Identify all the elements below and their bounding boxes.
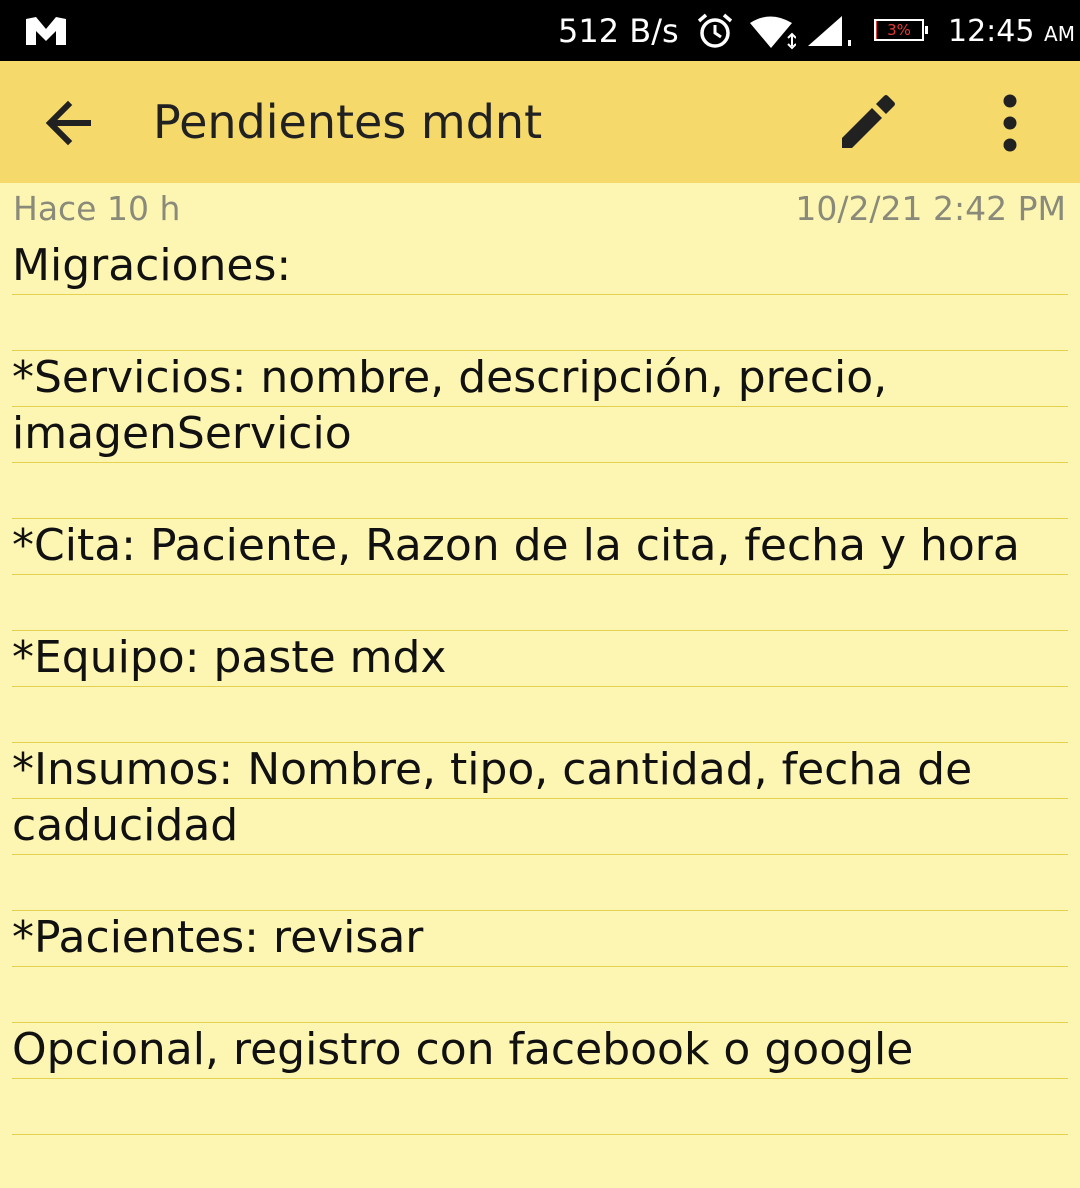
ruled-divider — [12, 574, 1068, 575]
note-line: *Pacientes: revisar — [12, 912, 424, 963]
ruled-divider — [12, 966, 1068, 967]
note-line: *Equipo: paste mdx — [12, 632, 447, 683]
clock: 12:45 AM — [948, 13, 1075, 53]
note-line: *Servicios: nombre, descripción, precio, — [12, 352, 888, 403]
relative-time: Hace 10 h — [13, 189, 181, 228]
ruled-divider — [12, 854, 1068, 855]
note-line: Opcional, registro con facebook o google — [12, 1024, 914, 1075]
note-body[interactable]: Hace 10 h 10/2/21 2:42 PM Migraciones: *S… — [0, 183, 1080, 1188]
note-line: *Insumos: Nombre, tipo, cantidad, fecha … — [12, 744, 973, 795]
wifi-icon — [750, 16, 796, 50]
ruled-divider — [12, 1078, 1068, 1079]
clock-ampm: AM — [1044, 22, 1075, 46]
note-line: caducidad — [12, 800, 239, 851]
ruled-divider — [12, 462, 1068, 463]
note-line: imagenServicio — [12, 408, 352, 459]
battery-icon: 3% — [874, 19, 928, 41]
more-vert-icon[interactable] — [972, 84, 1048, 160]
app-bar: Pendientes mdnt — [0, 61, 1080, 183]
back-arrow-icon[interactable] — [32, 84, 108, 160]
clock-time: 12:45 — [948, 14, 1035, 49]
ruled-divider — [12, 686, 1068, 687]
note-timestamp: 10/2/21 2:42 PM — [795, 189, 1066, 228]
note-title: Pendientes mdnt — [153, 95, 543, 149]
signal-icon — [808, 16, 851, 46]
alarm-icon — [697, 13, 733, 48]
pencil-edit-icon[interactable] — [830, 84, 906, 160]
note-line: Migraciones: — [12, 240, 292, 291]
app-logo-icon — [26, 17, 66, 45]
note-line: *Cita: Paciente, Razon de la cita, fecha… — [12, 520, 1020, 571]
network-speed: 512 B/s — [558, 12, 679, 50]
ruled-divider — [12, 1134, 1068, 1135]
status-bar: 512 B/s 3% 12:45 AM — [0, 0, 1080, 61]
ruled-divider — [12, 294, 1068, 295]
battery-percent: 3% — [887, 21, 911, 39]
